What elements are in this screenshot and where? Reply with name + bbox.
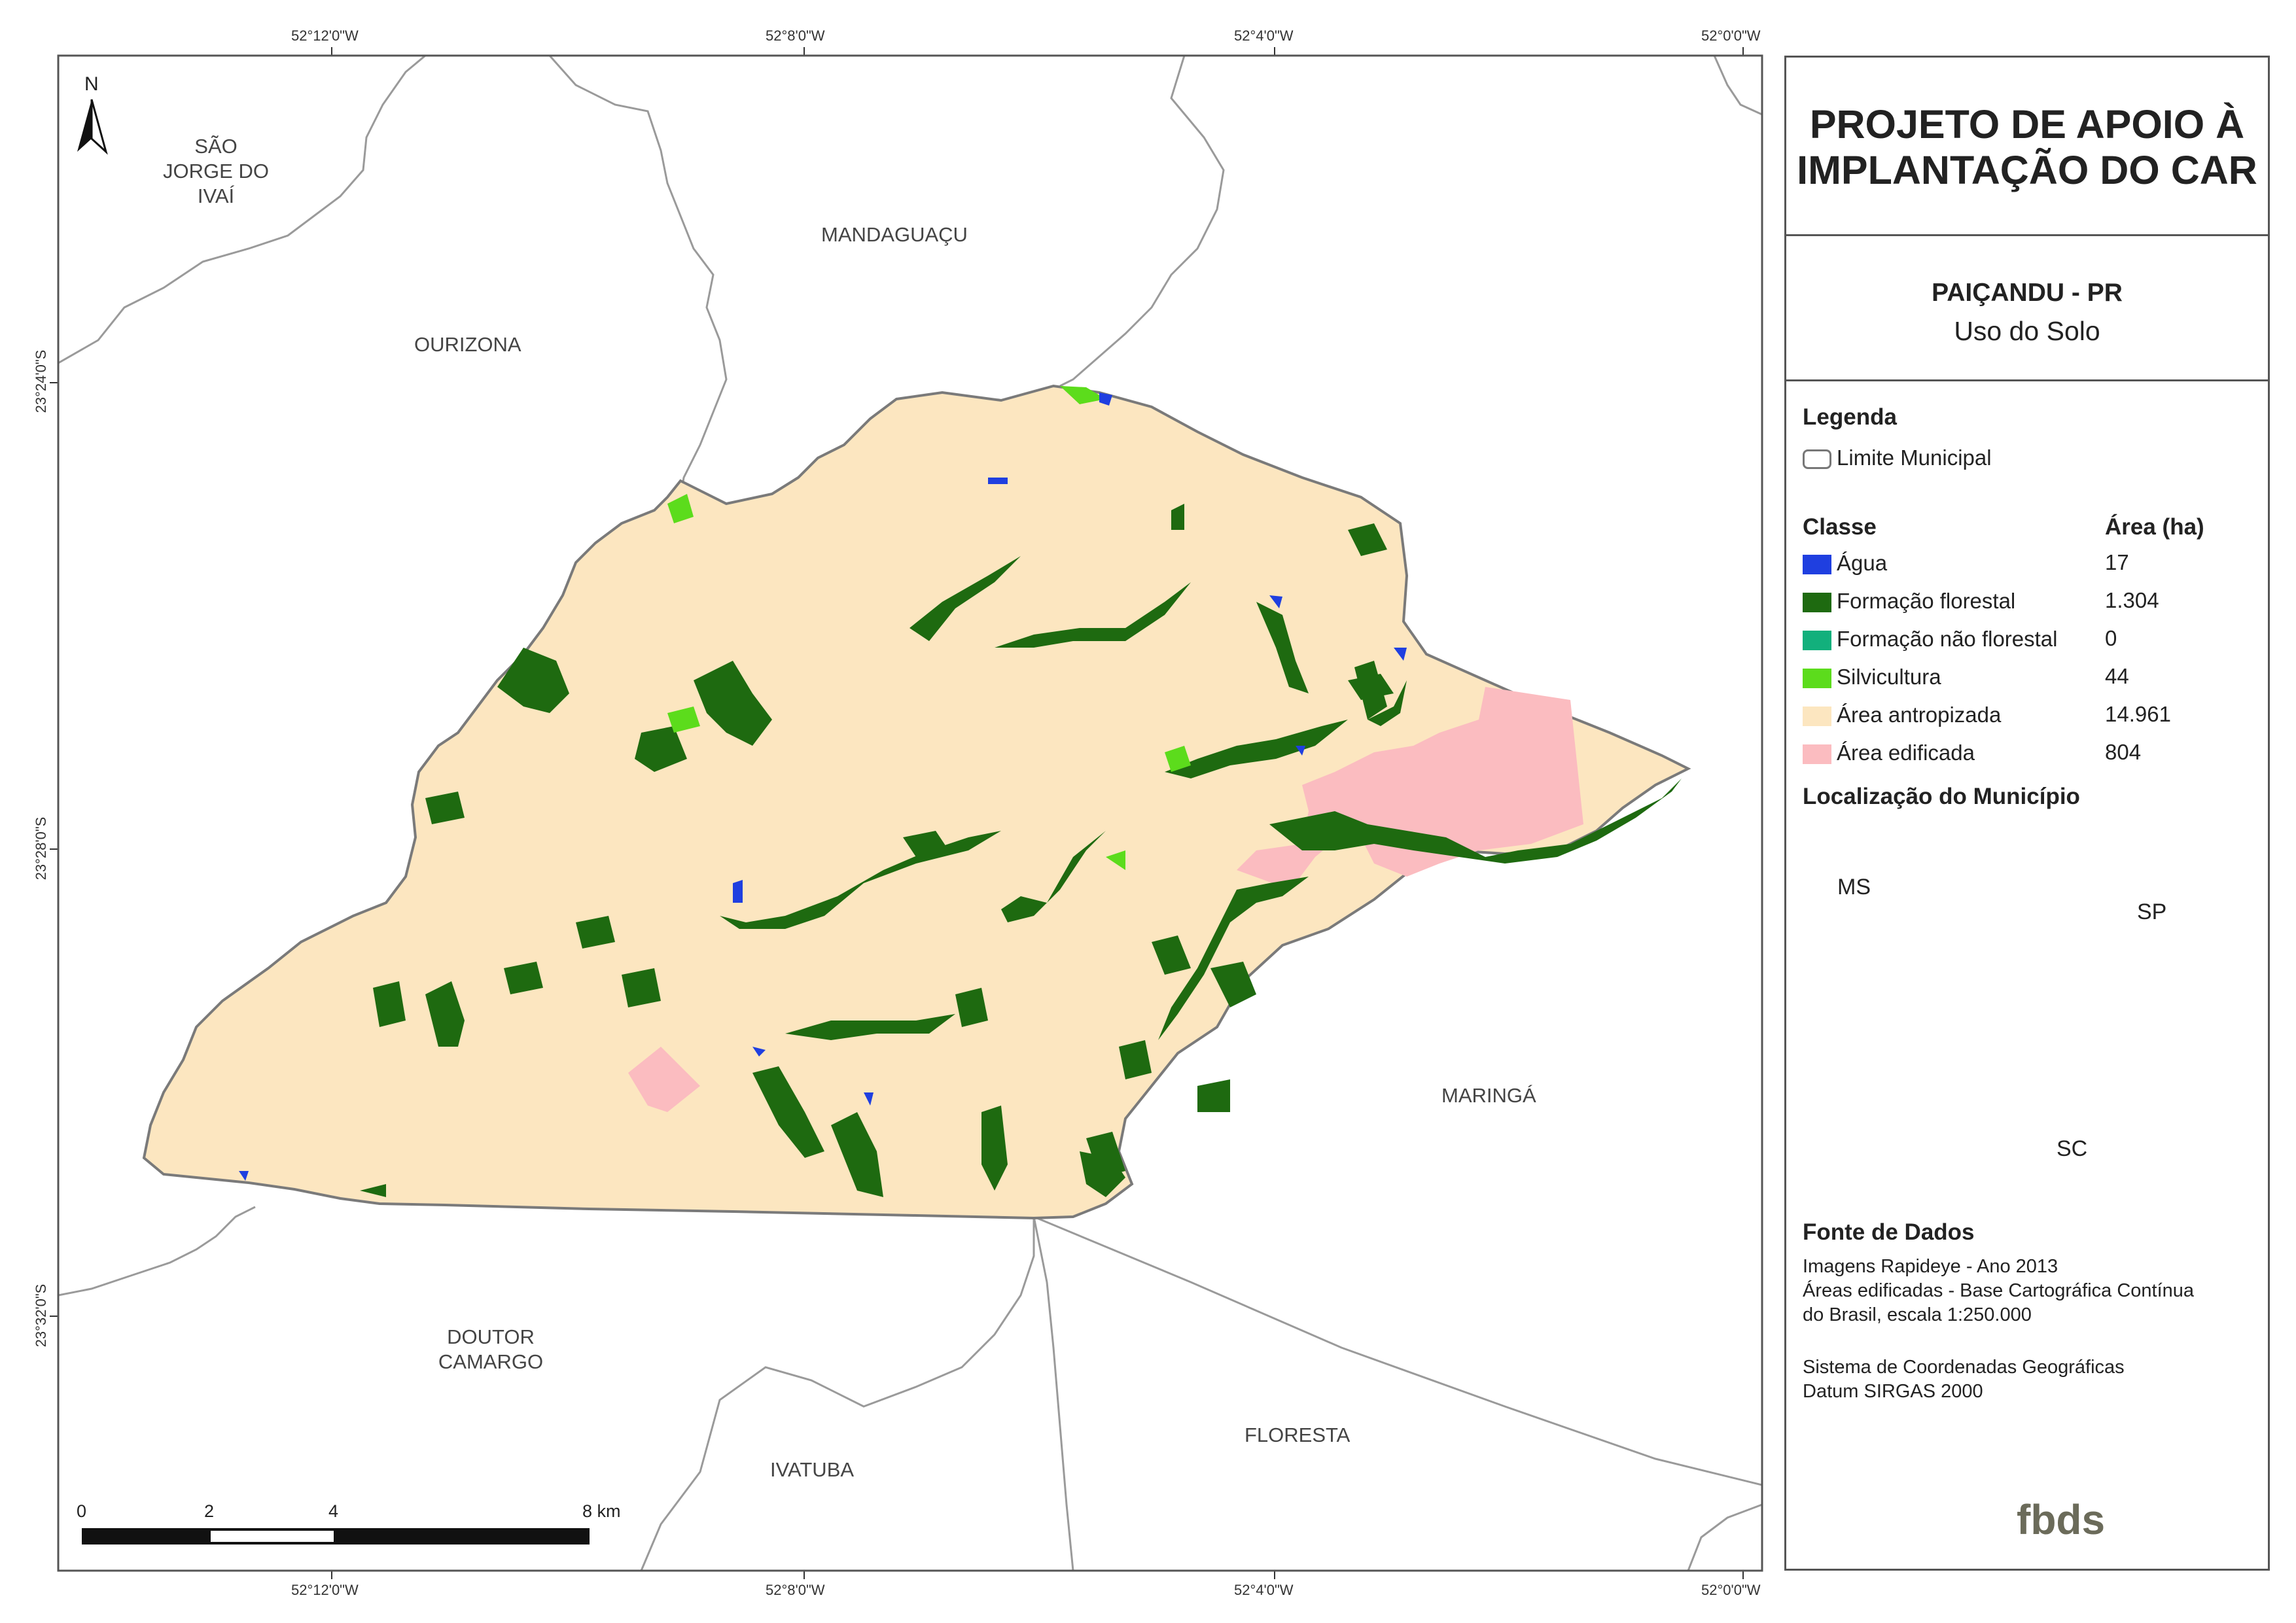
side-panel: PROJETO DE APOIO À IMPLANTAÇÃO DO CAR PA…: [1784, 56, 2270, 1571]
inset-label-sc: SC: [2057, 1136, 2088, 1161]
sistema-text: Sistema de Coordenadas Geográficas Datum…: [1803, 1357, 2125, 1402]
label-ivatuba: IVATUBA: [770, 1458, 855, 1481]
formacao-florestal-swatch: [1803, 593, 1831, 613]
north-label: N: [84, 73, 99, 95]
label-mandaguacu: MANDAGUAÇU: [821, 223, 968, 246]
coord-left-3: 23°32'0"S: [33, 1283, 49, 1348]
area-edificada-swatch: [1803, 744, 1831, 765]
label-maringa: MARINGÁ: [1441, 1084, 1536, 1107]
coord-left-2: 23°28'0"S: [33, 816, 49, 881]
legend-limite-municipal: Limite Municipal: [1803, 445, 1992, 471]
coord-bottom-2: 52°8'0"W: [766, 1582, 825, 1598]
municipio-title: PAIÇANDU - PR: [1932, 279, 2123, 307]
inset-label-ms: MS: [1837, 875, 1871, 899]
scale-label-0: 0: [77, 1501, 87, 1521]
coord-top-2: 52°8'0"W: [766, 27, 825, 44]
area-antropizada-swatch: [1803, 707, 1831, 727]
classe-header: Classe: [1803, 514, 1877, 540]
legend-row-formacao-nao-florestal: Formação não florestal: [1803, 626, 2058, 652]
area-area-antropizada: 14.961: [2105, 702, 2171, 726]
label-floresta: FLORESTA: [1245, 1423, 1351, 1446]
legenda-title: Legenda: [1803, 404, 1897, 430]
localizacao-title: Localização do Município: [1803, 784, 2080, 809]
coord-top-1: 52°12'0"W: [291, 27, 359, 44]
limite-swatch: [1803, 449, 1831, 470]
agua-swatch: [1803, 555, 1831, 575]
scale-label-2: 2: [204, 1501, 215, 1521]
silvicultura-swatch: [1803, 669, 1831, 689]
project-title: PROJETO DE APOIO À IMPLANTAÇÃO DO CAR: [1797, 102, 2257, 192]
north-arrow-icon: [77, 99, 108, 155]
tema-title: Uso do Solo: [1954, 316, 2100, 346]
coord-top-3: 52°4'0"W: [1234, 27, 1294, 44]
area-header: Área (ha): [2105, 514, 2204, 540]
area-formacao-florestal: 1.304: [2105, 588, 2159, 612]
formacao-nao-florestal-swatch: [1803, 631, 1831, 651]
coord-left-1: 23°24'0"S: [33, 349, 49, 413]
coord-bottom-3: 52°4'0"W: [1234, 1582, 1294, 1598]
label-sao-jorge-do-ivai: SÃO JORGE DO IVAÍ: [163, 135, 269, 207]
legend-row-area-antropizada: Área antropizada: [1803, 702, 2001, 728]
fbds-logo-text: fbds: [2017, 1496, 2106, 1543]
municipio-block: PAIÇANDU - PR Uso do Solo: [1786, 236, 2268, 381]
area-area-edificada: 804: [2105, 740, 2142, 764]
legend-row-silvicultura: Silvicultura: [1803, 664, 1941, 690]
area-silvicultura: 44: [2105, 664, 2129, 688]
inset-label-sp: SP: [2137, 899, 2167, 924]
label-ourizona: OURIZONA: [414, 333, 521, 356]
legend-row-formacao-florestal: Formação florestal: [1803, 588, 2015, 614]
legend-row-area-edificada: Área edificada: [1803, 740, 1975, 766]
coord-bottom-1: 52°12'0"W: [291, 1582, 359, 1598]
fonte-text: Imagens Rapideye - Ano 2013 Áreas edific…: [1803, 1256, 2195, 1325]
area-formacao-nao-florestal: 0: [2105, 626, 2117, 650]
title-block: PROJETO DE APOIO À IMPLANTAÇÃO DO CAR: [1786, 58, 2268, 236]
legend-row-agua: Água: [1803, 550, 1887, 576]
label-doutor-camargo: DOUTOR CAMARGO: [438, 1325, 544, 1373]
scale-label-8km: 8 km: [582, 1501, 621, 1521]
fonte-title: Fonte de Dados: [1803, 1219, 1975, 1245]
scale-label-4: 4: [328, 1501, 339, 1521]
coord-bottom-4: 52°0'0"W: [1701, 1582, 1761, 1598]
area-agua: 17: [2105, 550, 2129, 574]
coord-top-4: 52°0'0"W: [1701, 27, 1761, 44]
scale-bar: [82, 1528, 590, 1544]
